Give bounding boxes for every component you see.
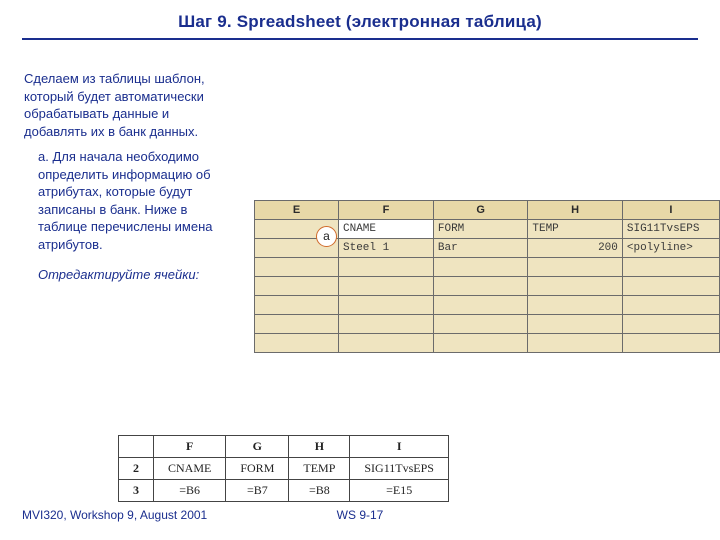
cell[interactable] [622,334,719,353]
formula-table: F G H I 2 CNAME FORM TEMP SIG11TvsEPS 3 … [118,435,449,502]
cell[interactable] [255,296,339,315]
cell[interactable] [255,315,339,334]
cell[interactable]: CNAME [339,220,434,239]
cell[interactable] [433,315,528,334]
ft-cell: =B8 [289,480,350,502]
cell[interactable] [622,277,719,296]
ft-cell: =E15 [350,480,449,502]
cell[interactable]: TEMP [528,220,623,239]
step-a: a. Для начала необходимо определить инфо… [38,148,224,253]
ft-cell: CNAME [154,458,226,480]
cell[interactable] [433,296,528,315]
page-title: Шаг 9. Spreadsheet (электронная таблица) [0,0,720,32]
ft-cell: =B6 [154,480,226,502]
cell[interactable]: <polyline> [622,239,719,258]
cell[interactable] [528,296,623,315]
cell[interactable] [622,258,719,277]
col-header-h: H [528,201,623,220]
step-a-label: a. [38,149,49,164]
cell[interactable] [339,334,434,353]
col-header-e: E [255,201,339,220]
cell[interactable] [339,258,434,277]
col-header-i: I [622,201,719,220]
step-a-body: Для начала необходимо определить информа… [38,149,213,252]
ft-row3-hdr: 3 [119,480,154,502]
ft-col-i: I [350,436,449,458]
ft-blank [119,436,154,458]
ft-col-f: F [154,436,226,458]
cell[interactable] [528,334,623,353]
content-area: Сделаем из таблицы шаблон, который будет… [0,40,720,284]
ft-cell: TEMP [289,458,350,480]
cell[interactable]: Bar [433,239,528,258]
cell[interactable] [339,315,434,334]
cell[interactable] [433,334,528,353]
cell[interactable] [255,258,339,277]
footer-left: MVI320, Workshop 9, August 2001 [22,508,207,522]
spreadsheet: E F G H I CNAME FORM TEMP SIG11TvsEPS St… [254,200,720,353]
cell[interactable]: 200 [528,239,623,258]
cell[interactable]: FORM [433,220,528,239]
col-header-f: F [339,201,434,220]
ft-cell: =B7 [226,480,289,502]
cell[interactable] [433,277,528,296]
cell[interactable]: Steel 1 [339,239,434,258]
cell[interactable] [339,296,434,315]
edit-note: Отредактируйте ячейки: [38,266,224,284]
ft-col-g: G [226,436,289,458]
cell[interactable] [622,315,719,334]
cell[interactable] [528,315,623,334]
cell[interactable] [433,258,528,277]
col-header-g: G [433,201,528,220]
cell[interactable]: SIG11TvsEPS [622,220,719,239]
ft-col-h: H [289,436,350,458]
cell[interactable] [528,258,623,277]
ft-cell: FORM [226,458,289,480]
footer: MVI320, Workshop 9, August 2001 WS 9-17 [0,508,720,522]
cell[interactable] [339,277,434,296]
annotation-a: a [316,226,337,247]
ft-cell: SIG11TvsEPS [350,458,449,480]
cell[interactable] [622,296,719,315]
lead-text: Сделаем из таблицы шаблон, который будет… [24,70,224,140]
cell[interactable] [255,334,339,353]
ft-row2-hdr: 2 [119,458,154,480]
cell[interactable] [255,277,339,296]
cell[interactable] [528,277,623,296]
left-column: Сделаем из таблицы шаблон, который будет… [24,70,224,284]
